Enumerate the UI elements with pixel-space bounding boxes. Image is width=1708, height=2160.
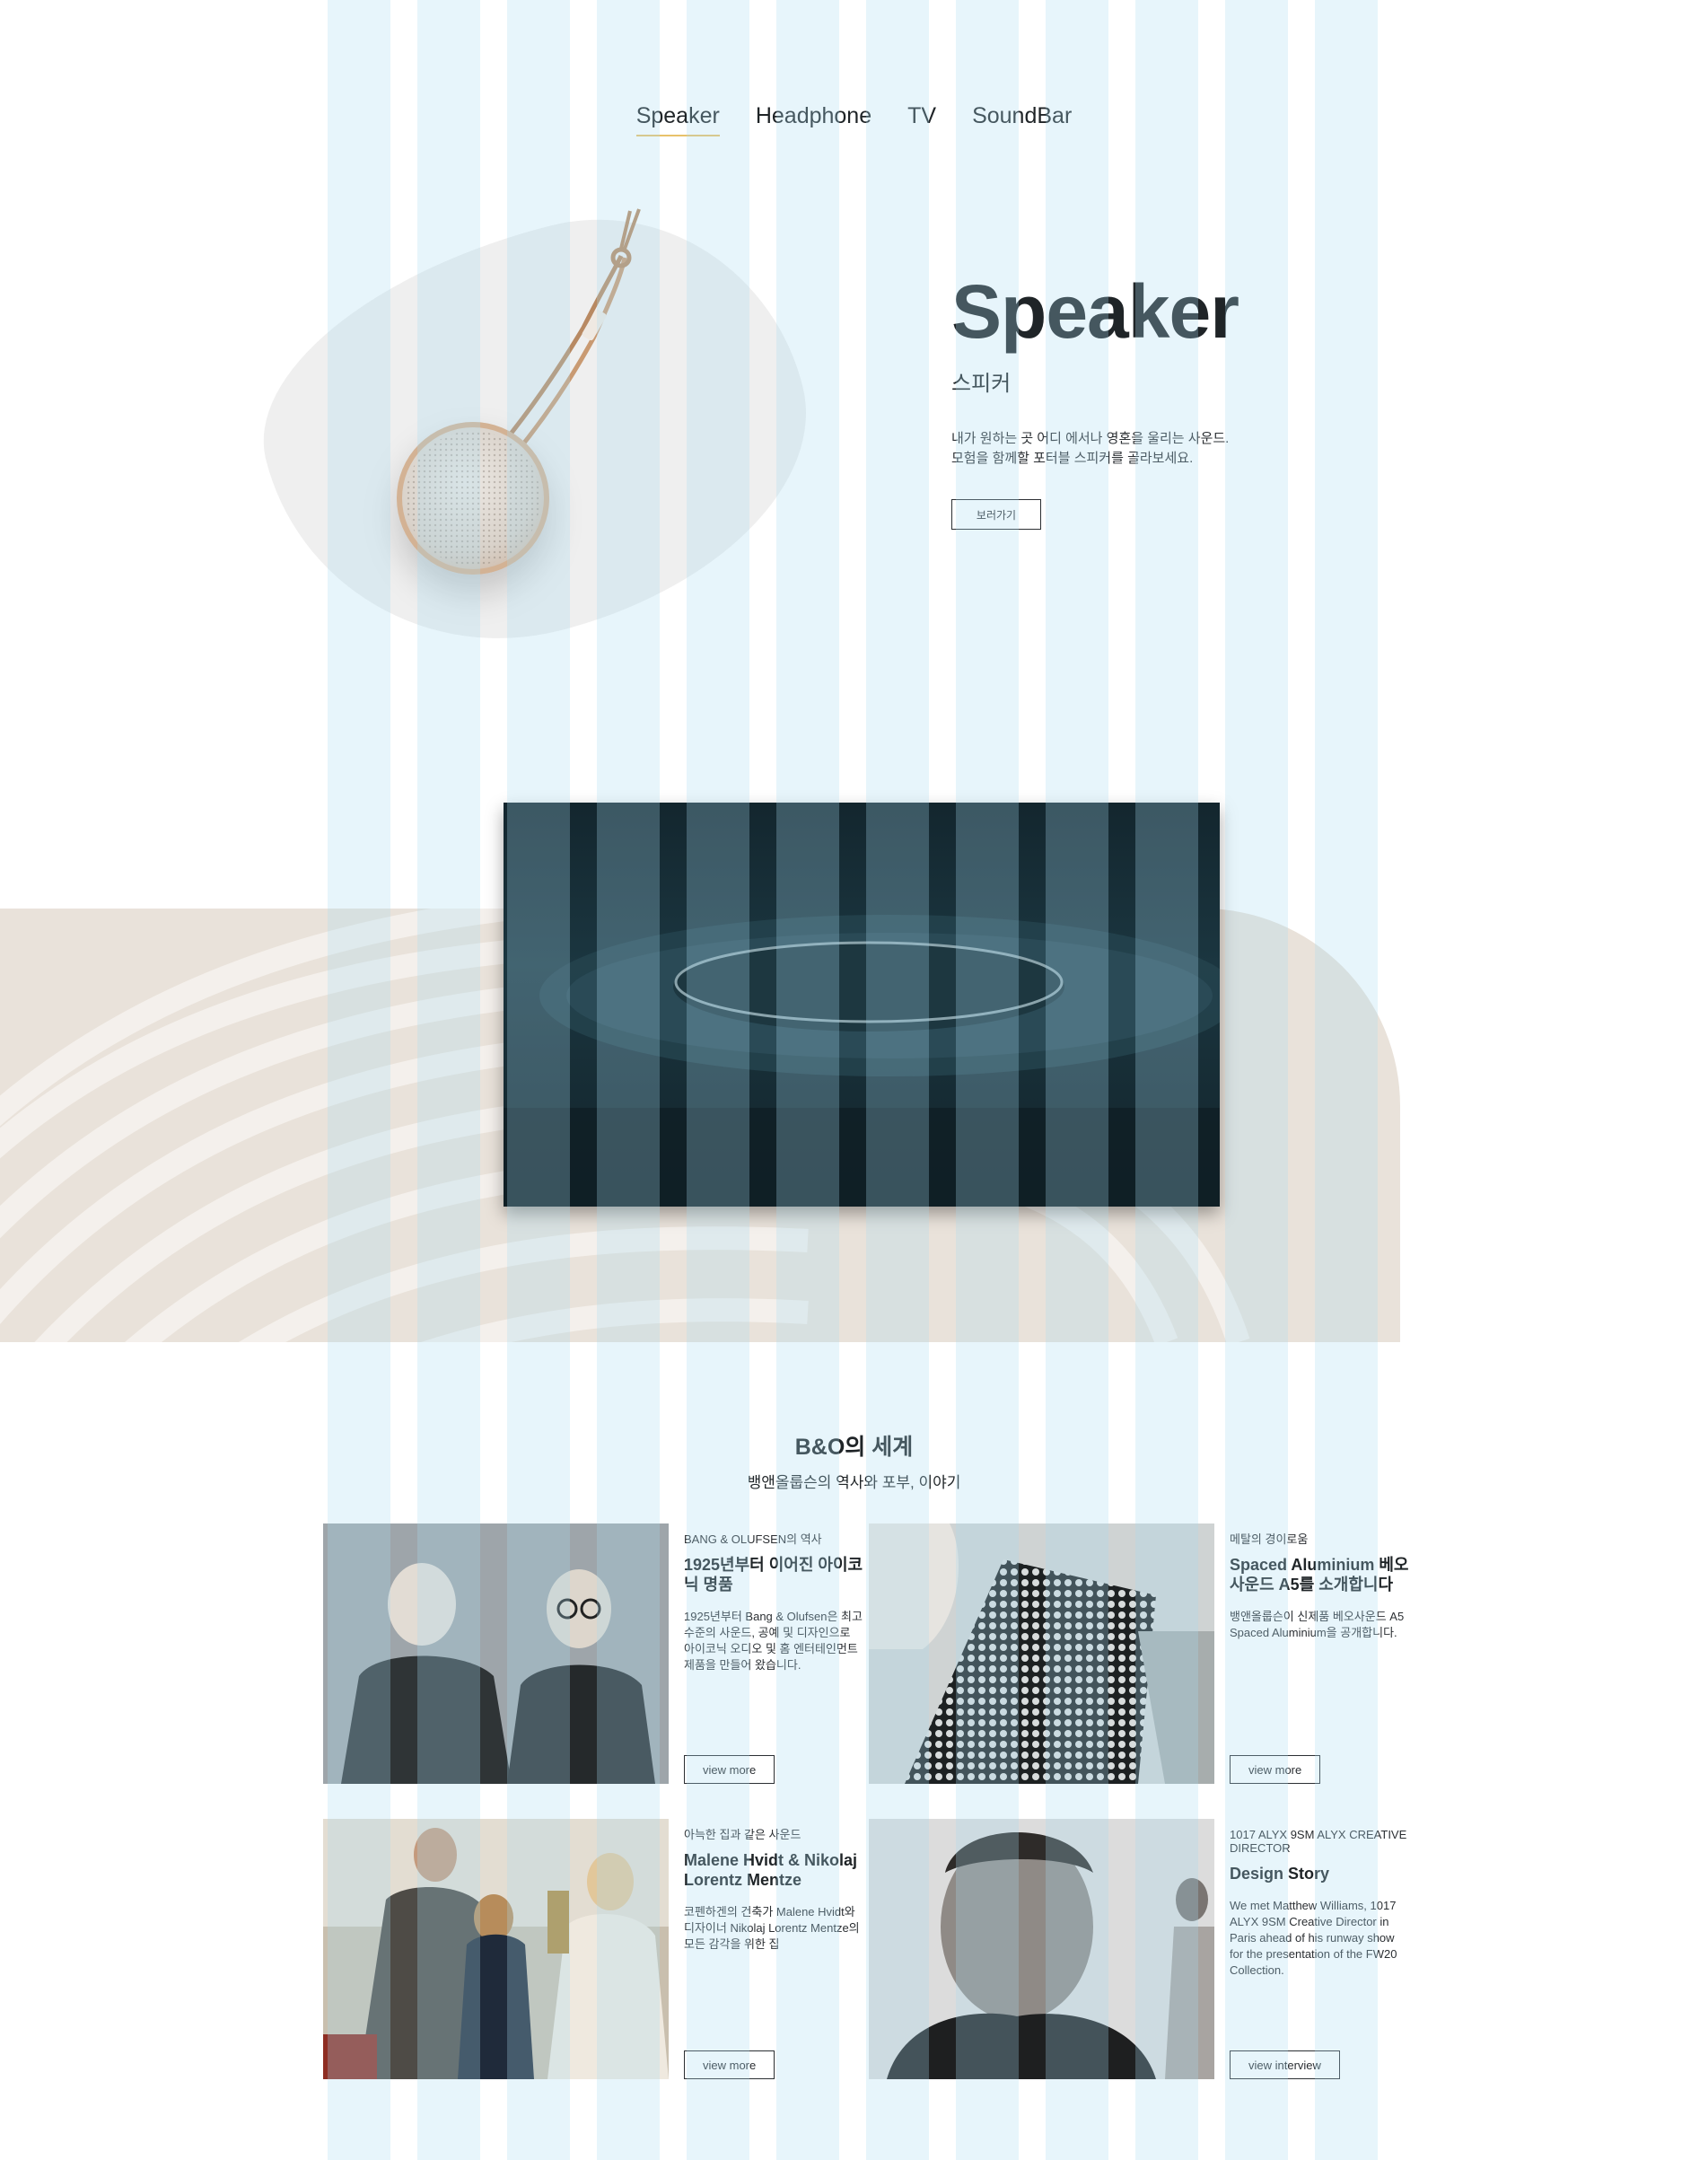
view-more-button[interactable]: view more <box>1230 1755 1321 1784</box>
family-photo-graphic <box>323 1819 669 2079</box>
hero-view-button[interactable]: 보러가기 <box>951 499 1041 530</box>
card-title: Spaced Aluminium 베오사운드 A5를 소개합니다 <box>1230 1556 1409 1594</box>
founders-photo-graphic <box>323 1523 669 1784</box>
hero-subtitle: 스피커 <box>951 372 1012 396</box>
card-title: Design Story <box>1230 1865 1330 1883</box>
speaker-grille <box>397 422 549 575</box>
card-image-designer[interactable] <box>869 1819 1214 2079</box>
card-text: 1017 ALYX 9SM ALYX CREATIVE DIRECTOR Des… <box>1230 1819 1409 2079</box>
product-video[interactable] <box>504 803 1220 1207</box>
card-text: BANG & OLUFSEN의 역사 1925년부터 이어진 아이코닉 명품 1… <box>684 1523 863 1784</box>
aluminium-photo-graphic <box>869 1523 1214 1784</box>
view-more-button[interactable]: view more <box>684 1755 775 1784</box>
hero-description: 내가 원하는 곳 어디 에서나 영혼을 울리는 사운드. 모험을 함께할 포터블… <box>951 429 1239 469</box>
nav-tv[interactable]: TV <box>907 103 936 136</box>
card-title: Malene Hvidt & Nikolaj Lorentz Mentze <box>684 1851 858 1889</box>
card-kicker: 1017 ALYX 9SM ALYX CREATIVE DIRECTOR <box>1230 1828 1407 1855</box>
card-image-founders[interactable] <box>323 1523 669 1784</box>
world-section-title: B&O의 세계 <box>794 1435 914 1460</box>
hero-desc-line2: 모험을 함께할 포터블 스피커를 골라보세요. <box>951 451 1194 466</box>
speaker-product-image <box>386 193 727 624</box>
designer-photo-graphic <box>869 1819 1214 2079</box>
view-more-button[interactable]: view more <box>684 2050 775 2079</box>
card-image-family[interactable] <box>323 1819 669 2079</box>
story-card: BANG & OLUFSEN의 역사 1925년부터 이어진 아이코닉 명품 1… <box>323 1523 863 1784</box>
card-kicker: 아늑한 집과 같은 사운드 <box>684 1828 801 1841</box>
story-card: 아늑한 집과 같은 사운드 Malene Hvidt & Nikolaj Lor… <box>323 1819 862 2079</box>
card-text: 메탈의 경이로움 Spaced Aluminium 베오사운드 A5를 소개합니… <box>1230 1523 1409 1784</box>
nav-speaker[interactable]: Speaker <box>635 103 720 136</box>
card-description: 코펜하겐의 건축가 Malene Hvidt와 디자이너 Nikolaj Lor… <box>684 1905 860 1951</box>
hero-text-block: Speaker 스피커 내가 원하는 곳 어디 에서나 영혼을 울리는 사운드.… <box>951 274 1239 530</box>
nav-soundbar[interactable]: SoundBar <box>972 103 1072 136</box>
nav-headphone[interactable]: Headphone <box>756 103 872 136</box>
card-description: 뱅앤올룹슨이 신제품 베오사운드 A5 Spaced Aluminium을 공개… <box>1230 1610 1405 1639</box>
hero-title: Speaker <box>951 269 1239 354</box>
card-description: 1925년부터 Bang & Olufsen은 최고 수준의 사운드, 공예 및… <box>684 1610 863 1672</box>
hero-desc-line1: 내가 원하는 곳 어디 에서나 영혼을 울리는 사운드. <box>951 431 1230 446</box>
card-title: 1925년부터 이어진 아이코닉 명품 <box>684 1556 863 1594</box>
card-description: We met Matthew Williams, 1017 ALYX 9SM C… <box>1230 1899 1397 1977</box>
view-interview-button[interactable]: view interview <box>1230 2050 1340 2079</box>
story-card: 메탈의 경이로움 Spaced Aluminium 베오사운드 A5를 소개합니… <box>869 1523 1409 1784</box>
video-still-graphic <box>504 915 1220 1207</box>
card-image-aluminium[interactable] <box>869 1523 1214 1784</box>
world-section-subtitle: 뱅앤올룹슨의 역사와 포부, 이야기 <box>747 1474 961 1491</box>
card-text: 아늑한 집과 같은 사운드 Malene Hvidt & Nikolaj Lor… <box>684 1819 863 2079</box>
main-nav: Speaker Headphone TV SoundBar <box>0 103 1708 136</box>
card-kicker: 메탈의 경이로움 <box>1230 1532 1309 1546</box>
story-card: 1017 ALYX 9SM ALYX CREATIVE DIRECTOR Des… <box>869 1819 1407 2079</box>
card-kicker: BANG & OLUFSEN의 역사 <box>684 1532 822 1546</box>
